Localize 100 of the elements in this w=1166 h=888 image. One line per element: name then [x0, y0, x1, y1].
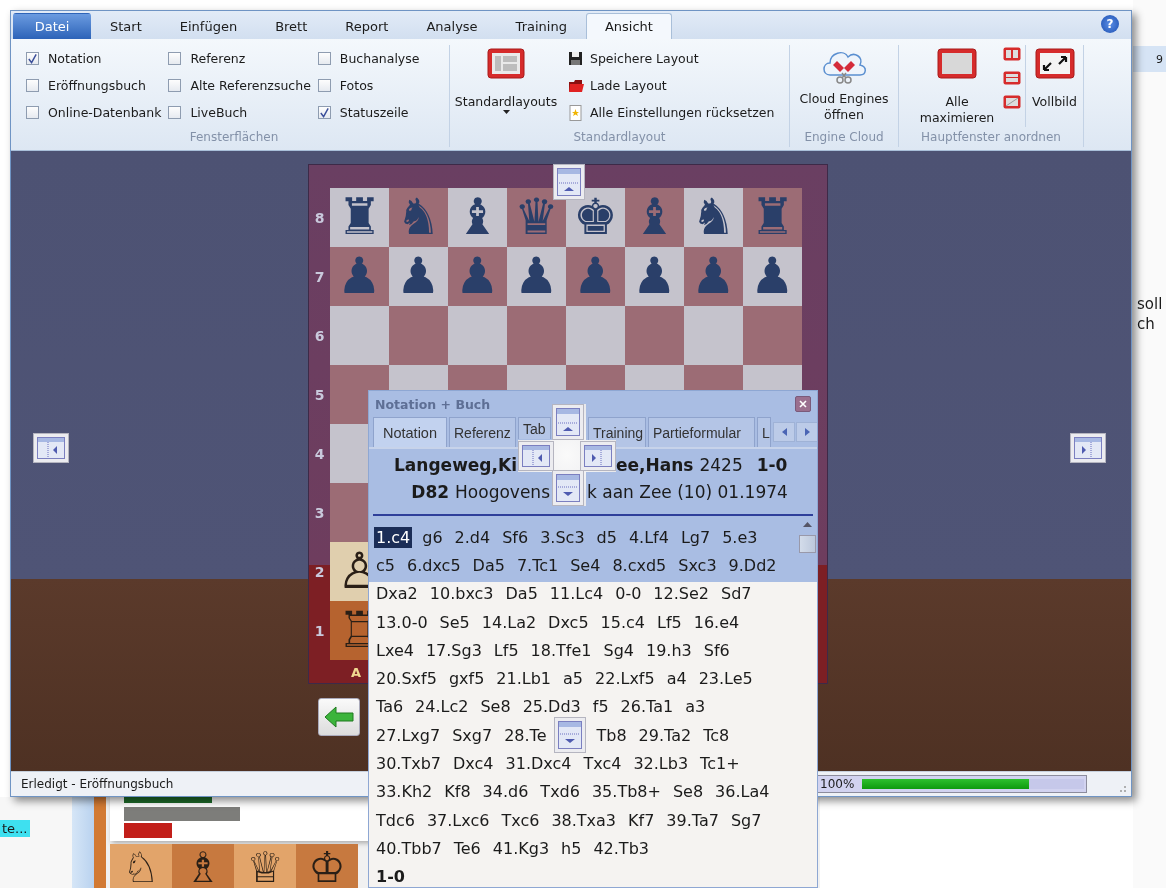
move[interactable]: 27.Lxg7: [374, 724, 443, 746]
move[interactable]: 42.Tb3: [591, 837, 651, 859]
ribbon-tab[interactable]: Report: [326, 13, 408, 39]
move[interactable]: 32.Lb3: [631, 753, 691, 774]
move[interactable]: c5: [374, 554, 397, 576]
ribbon-tab[interactable]: Brett: [256, 13, 327, 39]
dock-guide-button[interactable]: [33, 433, 69, 463]
move[interactable]: 4.Lf4: [626, 526, 671, 548]
move[interactable]: 20.Sxf5: [374, 668, 439, 690]
move[interactable]: 25.Dd3: [520, 696, 583, 718]
ribbon-button[interactable]: Lade Layout: [568, 72, 775, 99]
move[interactable]: Da5: [503, 583, 540, 605]
scroll-thumb[interactable]: [798, 535, 816, 553]
move[interactable]: Sg7: [728, 809, 764, 831]
move[interactable]: Sf6: [701, 639, 732, 661]
move[interactable]: 9.Dd2: [726, 554, 779, 576]
move[interactable]: 5.e3: [720, 526, 760, 548]
move[interactable]: 16.e4: [691, 611, 742, 633]
move[interactable]: a5: [561, 668, 585, 690]
panel-tab[interactable]: L: [757, 417, 771, 447]
move[interactable]: 34.d6: [480, 781, 531, 803]
panel-tab[interactable]: Training: [588, 417, 646, 447]
checkbox[interactable]: [317, 106, 331, 119]
move[interactable]: 14.La2: [479, 611, 539, 633]
checkbox[interactable]: [168, 79, 182, 92]
ribbon-button[interactable]: Speichere Layout: [568, 45, 775, 72]
move[interactable]: Tc1+: [698, 753, 742, 774]
move[interactable]: 19.h3: [643, 639, 694, 661]
move[interactable]: 11.Lc4: [547, 583, 606, 605]
dock-guide-button[interactable]: [518, 441, 554, 471]
move[interactable]: g6: [420, 526, 445, 548]
move[interactable]: 26.Ta1: [618, 696, 676, 718]
move[interactable]: 37.Lxc6: [424, 809, 492, 831]
back-button[interactable]: [318, 698, 360, 736]
move[interactable]: 28.Te: [502, 724, 549, 746]
move[interactable]: Se8: [478, 696, 513, 718]
close-button[interactable]: [795, 396, 811, 412]
panel-tab[interactable]: Partieformular: [648, 417, 755, 447]
move[interactable]: 8.cxd5: [610, 554, 669, 576]
dock-guide-button[interactable]: [552, 470, 584, 506]
move[interactable]: Sxc3: [676, 554, 719, 576]
move[interactable]: Lf5: [655, 611, 684, 633]
move[interactable]: Sg4: [601, 639, 636, 661]
checkbox[interactable]: [26, 106, 39, 119]
checkbox[interactable]: [26, 79, 39, 92]
dock-guide-button[interactable]: [552, 404, 584, 440]
move[interactable]: 33.Kh2: [374, 781, 435, 803]
ribbon-tab[interactable]: Start: [91, 13, 161, 39]
list-item[interactable]: te...: [0, 820, 30, 837]
move[interactable]: Tc8: [701, 724, 732, 746]
move[interactable]: Txd6: [538, 781, 582, 803]
move[interactable]: a3: [683, 696, 708, 718]
checkbox[interactable]: [317, 79, 331, 92]
move[interactable]: d5: [594, 526, 619, 548]
move[interactable]: 2.d4: [452, 526, 493, 548]
checkbox[interactable]: [168, 106, 182, 119]
fullscreen-button[interactable]: Vollbild: [1026, 45, 1083, 130]
move[interactable]: 13.0-0: [374, 611, 430, 633]
panel-tab[interactable]: Referenz: [449, 417, 516, 447]
move[interactable]: Dxc5: [546, 611, 591, 633]
checkbox[interactable]: [26, 52, 39, 65]
move[interactable]: Sf6: [500, 526, 531, 548]
window-layout-button[interactable]: [1003, 95, 1021, 109]
move[interactable]: Txc6: [499, 809, 542, 831]
move[interactable]: Lf5: [491, 639, 521, 661]
scroll-right-button[interactable]: [796, 422, 817, 442]
panel-tab[interactable]: Notation: [373, 417, 447, 447]
ribbon-tab[interactable]: Training: [496, 13, 586, 39]
move[interactable]: Kf7: [626, 809, 657, 831]
dock-guide-button[interactable]: [554, 717, 587, 754]
move[interactable]: 12.Se2: [651, 583, 711, 605]
move[interactable]: Lg7: [678, 526, 713, 548]
move[interactable]: Tb8: [594, 724, 629, 746]
move[interactable]: Tdc6: [374, 809, 417, 831]
ribbon-tab[interactable]: Ansicht: [585, 13, 672, 39]
move[interactable]: Dxa2: [374, 583, 420, 605]
move[interactable]: Dxc4: [451, 753, 496, 774]
move[interactable]: 7.Tc1: [514, 554, 561, 576]
move[interactable]: gxf5: [446, 668, 487, 690]
move[interactable]: 35.Tb8+: [589, 781, 663, 803]
panel-tab[interactable]: Tab: [518, 417, 551, 439]
scroll-left-button[interactable]: [773, 422, 795, 442]
move[interactable]: Da5: [470, 554, 507, 576]
file-menu-button[interactable]: Datei: [13, 13, 91, 39]
move[interactable]: 40.Tbb7: [374, 837, 444, 859]
help-button[interactable]: ?: [1101, 15, 1119, 33]
ribbon-tab[interactable]: Analyse: [407, 13, 497, 39]
move[interactable]: 30.Txb7: [374, 753, 444, 774]
move[interactable]: 22.Lxf5: [593, 668, 657, 690]
maximize-all-button[interactable]: Alle maximieren: [917, 45, 997, 130]
move[interactable]: 18.Tfe1: [528, 639, 594, 661]
move[interactable]: a4: [664, 668, 689, 690]
ribbon-button[interactable]: Alle Einstellungen rücksetzen: [568, 99, 775, 126]
checkbox[interactable]: [168, 52, 182, 65]
move[interactable]: Te6: [451, 837, 483, 859]
dock-guide-button[interactable]: [1070, 433, 1106, 463]
dock-guide-button[interactable]: [580, 441, 616, 471]
move[interactable]: Kf8: [442, 781, 473, 803]
window-layout-button[interactable]: [1003, 71, 1021, 85]
checkbox[interactable]: [317, 52, 331, 65]
